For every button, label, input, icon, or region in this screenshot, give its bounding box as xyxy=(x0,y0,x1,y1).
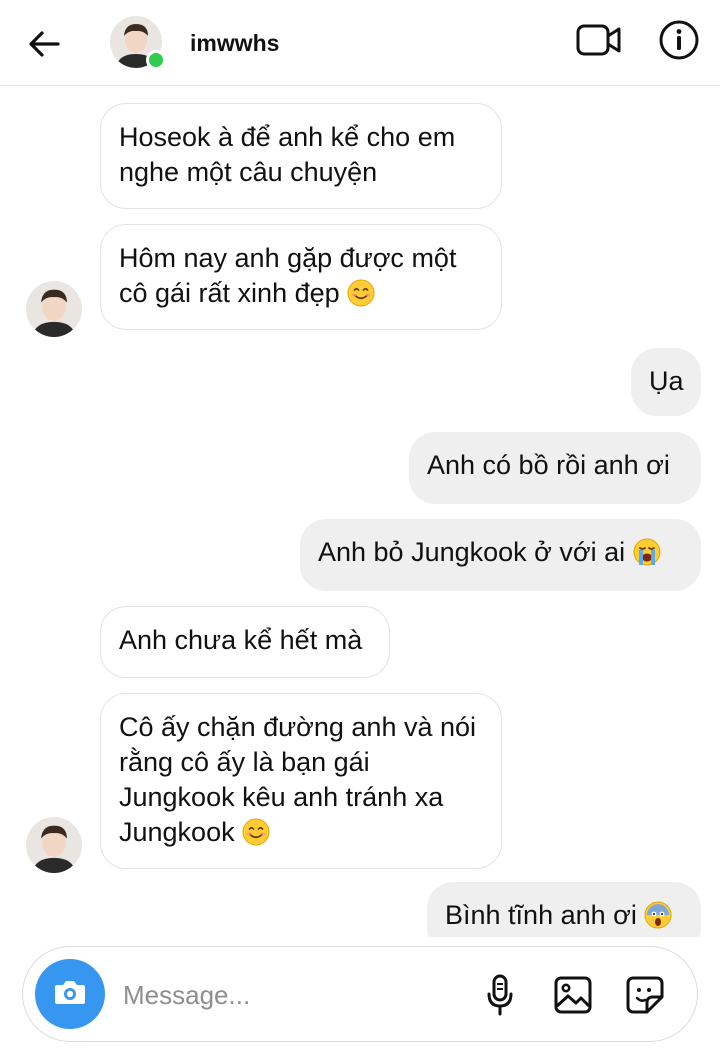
smiling-face-icon xyxy=(242,818,270,855)
message-bubble-outgoing[interactable]: Anh có bồ rồi anh ơi xyxy=(409,432,701,504)
video-call-icon[interactable] xyxy=(574,20,624,60)
gallery-icon[interactable] xyxy=(550,971,596,1019)
message-text: Anh có bồ rồi anh ơi xyxy=(427,450,670,480)
avatar[interactable] xyxy=(26,817,82,873)
message-bubble-incoming[interactable]: Hoseok à để anh kể cho em nghe một câu c… xyxy=(100,103,502,209)
microphone-icon[interactable] xyxy=(477,971,523,1019)
camera-icon xyxy=(53,977,87,1012)
message-composer xyxy=(22,946,698,1042)
info-icon[interactable] xyxy=(655,18,703,62)
message-text: Ụa xyxy=(649,366,684,396)
username[interactable]: imwwhs xyxy=(190,30,279,57)
message-input[interactable] xyxy=(121,971,445,1019)
message-bubble-incoming[interactable]: Anh chưa kể hết mà xyxy=(100,606,390,678)
camera-button[interactable] xyxy=(35,959,105,1029)
message-bubble-incoming[interactable]: Hôm nay anh gặp được một cô gái rất xinh… xyxy=(100,224,502,330)
message-text: Anh bỏ Jungkook ở với ai xyxy=(318,537,626,567)
message-text: Bình tĩnh anh ơi xyxy=(445,900,637,930)
message-bubble-incoming[interactable]: Cô ấy chặn đường anh và nói rằng cô ấy l… xyxy=(100,693,502,869)
message-text: Anh chưa kể hết mà xyxy=(119,625,363,655)
message-bubble-outgoing[interactable]: Anh bỏ Jungkook ở với ai xyxy=(300,519,701,591)
chat-header: imwwhs xyxy=(0,0,720,86)
message-bubble-outgoing[interactable]: Bình tĩnh anh ơi xyxy=(427,882,701,937)
online-status-indicator xyxy=(146,50,166,70)
sticker-icon[interactable] xyxy=(622,971,668,1019)
message-bubble-outgoing[interactable]: Ụa xyxy=(631,348,701,416)
message-text: Hôm nay anh gặp được một cô gái rất xinh… xyxy=(119,243,457,308)
screaming-face-icon xyxy=(644,901,672,937)
avatar[interactable] xyxy=(26,281,82,337)
crying-face-icon xyxy=(633,538,661,575)
message-thread[interactable]: Hoseok à để anh kể cho em nghe một câu c… xyxy=(0,87,720,937)
smiling-face-icon xyxy=(347,279,375,316)
avatar[interactable] xyxy=(110,16,166,70)
message-text: Cô ấy chặn đường anh và nói rằng cô ấy l… xyxy=(119,712,477,847)
message-text: Hoseok à để anh kể cho em nghe một câu c… xyxy=(119,122,456,187)
back-arrow-icon[interactable] xyxy=(22,22,66,66)
